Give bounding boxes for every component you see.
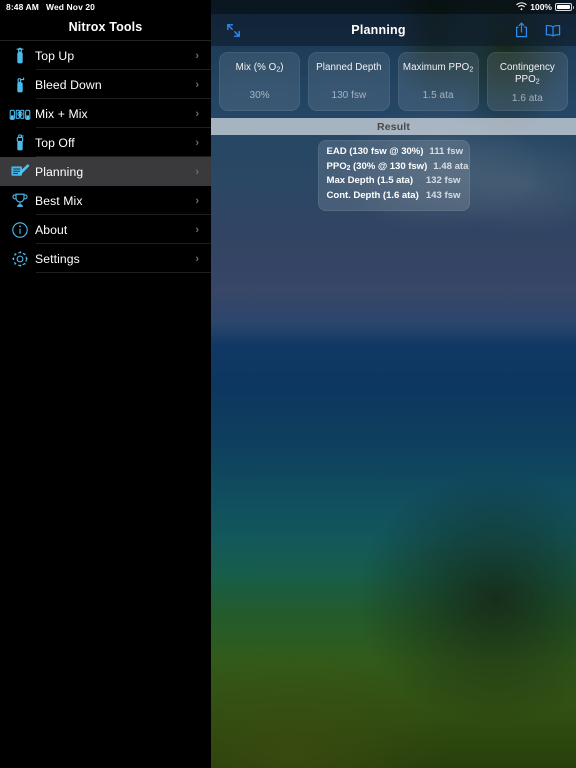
clipboard-pencil-icon — [6, 163, 33, 180]
sidebar-item-label: Settings — [33, 252, 195, 266]
sidebar-item-settings[interactable]: Settings › — [0, 244, 211, 273]
result-area: EAD (130 fsw @ 30%) 111 fsw PPO2 (30% @ … — [211, 135, 576, 211]
input-card-maximum-ppo2[interactable]: Maximum PPO2 1.5 ata — [398, 52, 479, 111]
chevron-right-icon: › — [195, 79, 205, 91]
input-card-label: Planned Depth — [313, 62, 384, 74]
chevron-right-icon: › — [195, 224, 205, 236]
result-row-label: PPO2 (30% @ 130 fsw) — [327, 161, 428, 172]
sidebar-item-about[interactable]: About › — [0, 215, 211, 244]
input-card-value: 130 fsw — [331, 90, 366, 101]
battery-fill — [557, 5, 570, 9]
result-row-value: 1.48 ata — [427, 161, 468, 172]
input-card-value: 30% — [250, 90, 270, 101]
sidebar-item-top-up[interactable]: Top Up › — [0, 41, 211, 70]
share-icon[interactable] — [512, 20, 530, 40]
chevron-right-icon: › — [195, 50, 205, 62]
page-title: Planning — [245, 23, 512, 37]
info-circle-icon — [6, 221, 33, 239]
trophy-icon — [6, 192, 33, 210]
status-bar-date: Wed Nov 20 — [46, 2, 95, 12]
input-cards-row: Mix (% O2) 30% Planned Depth 130 fsw Max… — [211, 46, 576, 111]
chevron-right-icon: › — [195, 137, 205, 149]
sidebar-item-label: Top Up — [33, 49, 195, 63]
input-card-label: Maximum PPO2 — [400, 62, 476, 76]
book-icon[interactable] — [544, 20, 562, 40]
sidebar-item-mix-plus-mix[interactable]: Mix + Mix › — [0, 99, 211, 128]
input-card-label: Mix (% O2) — [233, 62, 287, 76]
sidebar-item-label: Planning — [33, 165, 195, 179]
sidebar-item-label: Best Mix — [33, 194, 195, 208]
scuba-tank-topoff-icon — [6, 134, 33, 152]
input-card-value: 1.5 ata — [423, 90, 454, 101]
result-row: PPO2 (30% @ 130 fsw) 1.48 ata — [327, 161, 461, 176]
app-root: 8:48 AM Wed Nov 20 Nitrox Tools Top Up › — [0, 0, 576, 768]
sidebar-item-label: About — [33, 223, 195, 237]
gear-icon — [6, 250, 33, 268]
sidebar-title: Nitrox Tools — [0, 14, 211, 40]
input-card-mix[interactable]: Mix (% O2) 30% — [219, 52, 300, 111]
sidebar-nav-list: Top Up › Bleed Down › — [0, 41, 211, 273]
input-card-label: ContingencyPPO2 — [497, 62, 558, 87]
sidebar: 8:48 AM Wed Nov 20 Nitrox Tools Top Up › — [0, 0, 211, 768]
battery-percent-label: 100% — [530, 2, 552, 12]
result-row-value: 111 fsw — [423, 146, 463, 157]
result-row: EAD (130 fsw @ 30%) 111 fsw — [327, 146, 461, 161]
input-card-contingency-ppo2[interactable]: ContingencyPPO2 1.6 ata — [487, 52, 568, 111]
result-row-label: EAD (130 fsw @ 30%) — [327, 146, 424, 157]
result-row: Max Depth (1.5 ata) 132 fsw — [327, 175, 461, 190]
chevron-right-icon: › — [195, 253, 205, 265]
sidebar-item-planning[interactable]: Planning › — [0, 157, 211, 186]
status-bar-right: 100% — [211, 0, 576, 14]
result-card: EAD (130 fsw @ 30%) 111 fsw PPO2 (30% @ … — [318, 140, 470, 211]
main-panel: 100% Planning — [211, 0, 576, 768]
navbar-actions — [512, 20, 566, 40]
result-row-value: 132 fsw — [420, 175, 461, 186]
chevron-right-icon: › — [195, 108, 205, 120]
result-row-label: Cont. Depth (1.6 ata) — [327, 190, 420, 201]
sidebar-item-top-off[interactable]: Top Off › — [0, 128, 211, 157]
input-card-value: 1.6 ata — [512, 93, 543, 104]
navigation-bar: Planning — [211, 14, 576, 46]
status-bar-time: 8:48 AM — [6, 2, 39, 12]
sidebar-item-label: Top Off — [33, 136, 195, 150]
result-row-label: Max Depth (1.5 ata) — [327, 175, 420, 186]
sidebar-item-label: Mix + Mix — [33, 107, 195, 121]
result-section-header: Result — [211, 118, 576, 135]
status-bar-left: 8:48 AM Wed Nov 20 — [0, 0, 211, 14]
scuba-tank-icon — [6, 47, 33, 65]
chevron-right-icon: › — [195, 166, 205, 178]
result-row-value: 143 fsw — [420, 190, 461, 201]
sidebar-item-label: Bleed Down — [33, 78, 195, 92]
collapse-arrows-icon[interactable] — [221, 18, 245, 42]
input-card-planned-depth[interactable]: Planned Depth 130 fsw — [308, 52, 389, 111]
result-section-label: Result — [377, 121, 410, 133]
chevron-right-icon: › — [195, 195, 205, 207]
battery-full-icon — [555, 3, 572, 11]
sidebar-row-separator — [36, 272, 211, 273]
sidebar-item-bleed-down[interactable]: Bleed Down › — [0, 70, 211, 99]
scuba-tank-bleed-icon — [6, 76, 33, 94]
sidebar-item-best-mix[interactable]: Best Mix › — [0, 186, 211, 215]
background-tint — [211, 0, 576, 768]
result-row: Cont. Depth (1.6 ata) 143 fsw — [327, 190, 461, 205]
two-tanks-mix-icon — [6, 106, 33, 122]
